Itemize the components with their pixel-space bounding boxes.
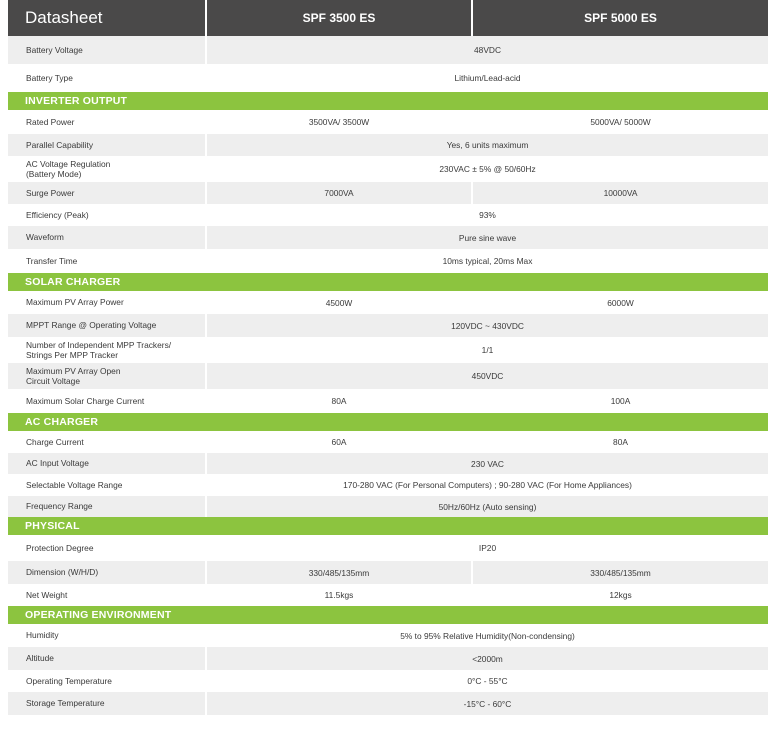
shared-value: 48VDC — [474, 45, 501, 55]
table-row: Charge Current 60A 80A — [8, 431, 768, 453]
table-row: Maximum Solar Charge Current 80A 100A — [8, 389, 768, 413]
model-a-value: 4500W — [207, 291, 473, 314]
model-b-header: SPF 5000 ES — [584, 11, 657, 25]
row-label: Maximum PV Array Power — [8, 291, 207, 314]
shared-value: 230 VAC — [471, 458, 504, 469]
table-row: Number of Independent MPP Trackers/ Stri… — [8, 337, 768, 363]
row-label: Dimension (W/H/D) — [8, 561, 207, 584]
model-a-value: 80A — [207, 389, 473, 413]
table-row: Storage Temperature -15°C - 60°C — [8, 692, 768, 715]
shared-value: 5% to 95% Relative Humidity(Non-condensi… — [400, 630, 575, 641]
row-label: MPPT Range @ Operating Voltage — [8, 314, 207, 337]
row-label: Efficiency (Peak) — [8, 204, 207, 226]
row-label: AC Input Voltage — [8, 453, 207, 474]
datasheet-title: Datasheet — [8, 0, 207, 36]
datasheet-table: Datasheet SPF 3500 ES SPF 5000 ES Batter… — [8, 0, 768, 715]
row-label: AC Voltage Regulation (Battery Mode) — [8, 156, 207, 182]
table-row: Frequency Range 50Hz/60Hz (Auto sensing) — [8, 496, 768, 517]
table-row: Efficiency (Peak) 93% — [8, 204, 768, 226]
model-a-value: 3500VA/ 3500W — [207, 110, 473, 134]
shared-value: 120VDC ~ 430VDC — [451, 320, 524, 331]
table-row: Humidity 5% to 95% Relative Humidity(Non-… — [8, 624, 768, 647]
row-label: Storage Temperature — [8, 692, 207, 715]
table-row: Surge Power 7000VA 10000VA — [8, 182, 768, 204]
section-header: AC CHARGER — [8, 413, 768, 431]
table-row: Dimension (W/H/D) 330/485/135mm 330/485/13… — [8, 561, 768, 584]
model-b-value: 330/485/135mm — [590, 567, 651, 578]
table-row: Maximum PV Array Open Circuit Voltage 450… — [8, 363, 768, 389]
model-a-value: 330/485/135mm — [207, 561, 473, 584]
shared-value: -15°C - 60°C — [463, 698, 512, 709]
table-row: Transfer Time 10ms typical, 20ms Max — [8, 249, 768, 273]
table-row: AC Input Voltage 230 VAC — [8, 453, 768, 474]
model-b-value: 100A — [610, 396, 631, 406]
shared-value: 1/1 — [481, 345, 494, 355]
shared-value: <2000m — [472, 653, 503, 664]
model-a-header: SPF 3500 ES — [207, 0, 473, 36]
table-row: Protection Degree IP20 — [8, 535, 768, 561]
model-b-value: 12kgs — [609, 590, 632, 600]
row-label: Humidity — [8, 624, 207, 647]
shared-value: 450VDC — [471, 371, 504, 381]
row-label: Battery Voltage — [8, 36, 207, 64]
section-header: INVERTER OUTPUT — [8, 92, 768, 110]
table-row: AC Voltage Regulation (Battery Mode) 230V… — [8, 156, 768, 182]
section-header: SOLAR CHARGER — [8, 273, 768, 291]
shared-value: 93% — [479, 210, 496, 220]
table-row: Net Weight 11.5kgs 12kgs — [8, 584, 768, 606]
table-row: Battery Voltage 48VDC — [8, 36, 768, 64]
model-b-value: 6000W — [607, 297, 634, 308]
model-a-value: 11.5kgs — [207, 584, 473, 606]
row-label: Protection Degree — [8, 535, 207, 561]
row-label: Waveform — [8, 226, 207, 249]
model-a-value: 7000VA — [207, 182, 473, 204]
table-row: Selectable Voltage Range 170-280 VAC (For… — [8, 474, 768, 496]
row-label: Charge Current — [8, 431, 207, 453]
table-row: Altitude <2000m — [8, 647, 768, 670]
shared-value: 10ms typical, 20ms Max — [442, 256, 533, 266]
row-label: Altitude — [8, 647, 207, 670]
row-label: Operating Temperature — [8, 670, 207, 692]
section-header: OPERATING ENVIRONMENT — [8, 606, 768, 624]
table-header: Datasheet SPF 3500 ES SPF 5000 ES — [8, 0, 768, 36]
shared-value: 0°C - 55°C — [467, 676, 508, 686]
table-row: Operating Temperature 0°C - 55°C — [8, 670, 768, 692]
row-label: Maximum Solar Charge Current — [8, 389, 207, 413]
table-row: Parallel Capability Yes, 6 units maximum — [8, 134, 768, 156]
shared-value: IP20 — [478, 543, 497, 553]
row-label: Net Weight — [8, 584, 207, 606]
row-label: Maximum PV Array Open Circuit Voltage — [8, 363, 207, 389]
row-label: Rated Power — [8, 110, 207, 134]
model-b-value: 80A — [613, 437, 628, 447]
row-label: Surge Power — [8, 182, 207, 204]
table-row: Waveform Pure sine wave — [8, 226, 768, 249]
table-row: MPPT Range @ Operating Voltage 120VDC ~ 4… — [8, 314, 768, 337]
table-body: Battery Voltage 48VDC Battery Type Lithium/… — [8, 36, 768, 715]
row-label: Parallel Capability — [8, 134, 207, 156]
row-label: Battery Type — [8, 64, 207, 92]
row-label: Selectable Voltage Range — [8, 474, 207, 496]
shared-value: 170-280 VAC (For Personal Computers) ; 9… — [343, 480, 632, 490]
table-row: Rated Power 3500VA/ 3500W 5000VA/ 5000W — [8, 110, 768, 134]
model-b-value: 10000VA — [603, 188, 638, 198]
shared-value: 50Hz/60Hz (Auto sensing) — [438, 501, 537, 512]
shared-value: Pure sine wave — [458, 232, 517, 243]
model-b-value: 5000VA/ 5000W — [590, 117, 651, 127]
shared-value: 230VAC ± 5% @ 50/60Hz — [439, 164, 536, 174]
row-label: Transfer Time — [8, 249, 207, 273]
section-header: PHYSICAL — [8, 517, 768, 535]
row-label: Frequency Range — [8, 496, 207, 517]
model-a-value: 60A — [207, 431, 473, 453]
table-row: Battery Type Lithium/Lead-acid — [8, 64, 768, 92]
table-row: Maximum PV Array Power 4500W 6000W — [8, 291, 768, 314]
shared-value: Lithium/Lead-acid — [454, 73, 521, 83]
shared-value: Yes, 6 units maximum — [446, 140, 529, 150]
row-label: Number of Independent MPP Trackers/ Stri… — [8, 337, 207, 363]
